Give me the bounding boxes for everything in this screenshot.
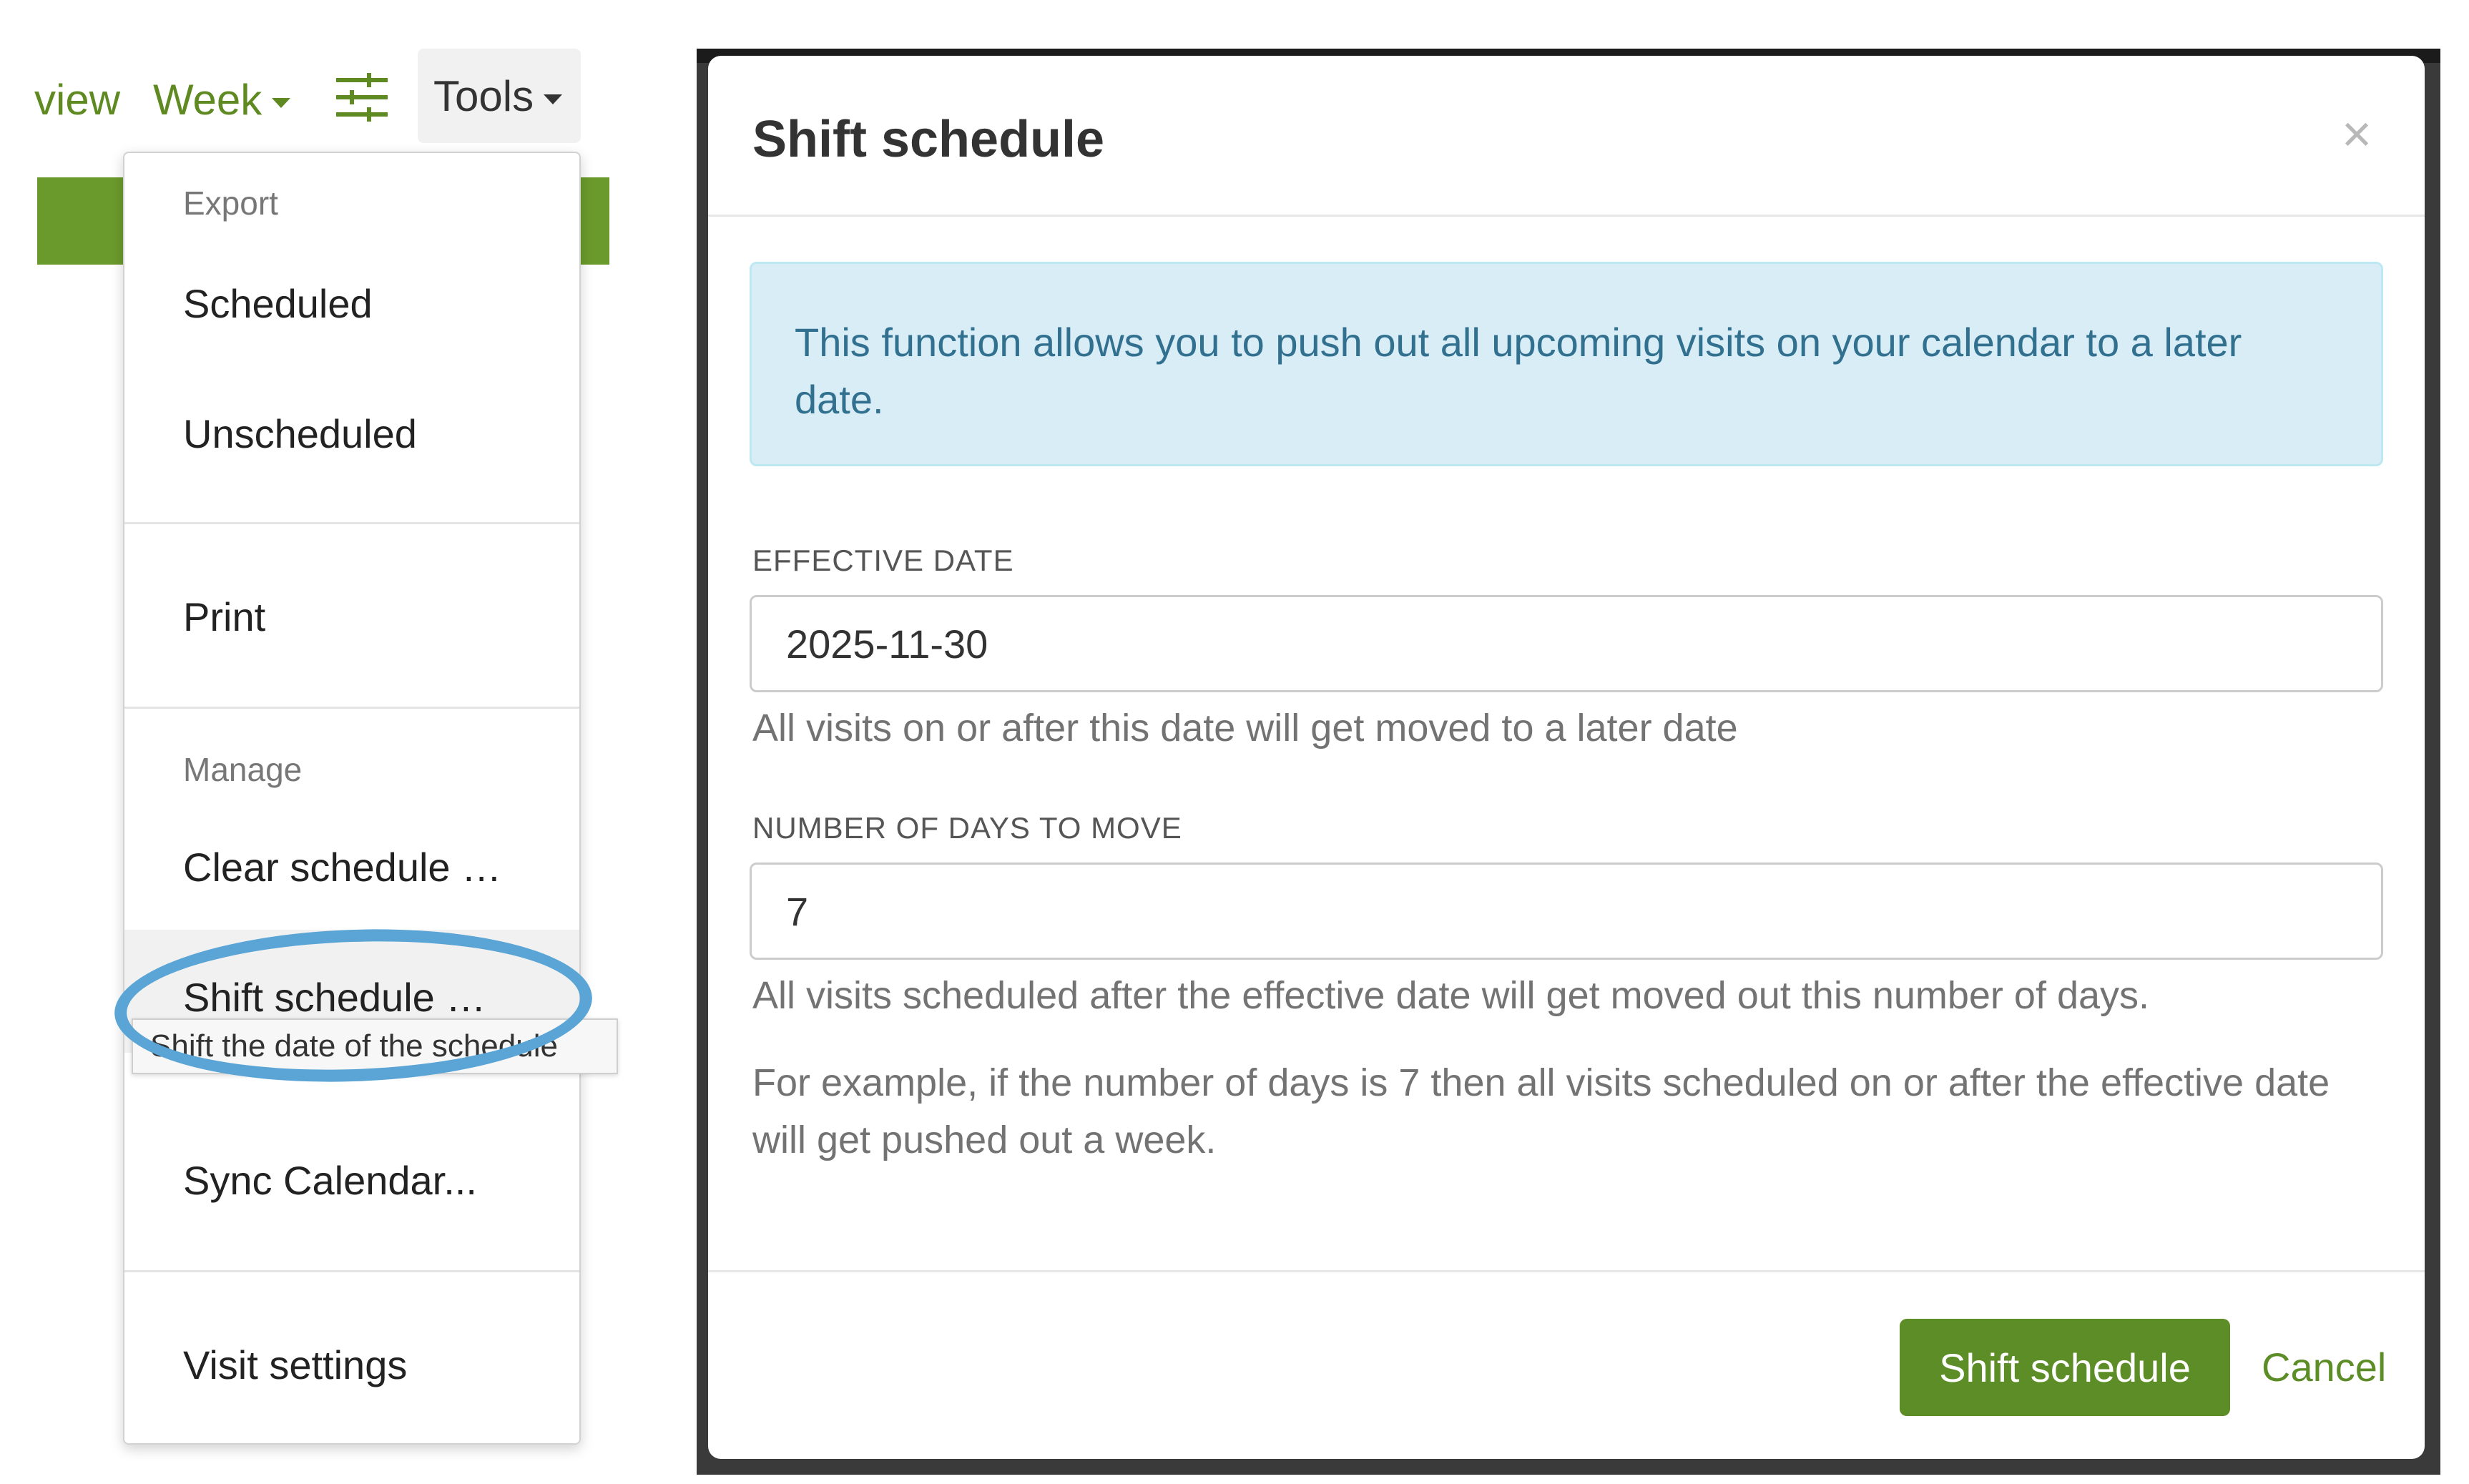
- view-link[interactable]: view: [34, 72, 120, 129]
- shift-schedule-tooltip: Shift the date of the schedule: [132, 1018, 618, 1074]
- effective-date-help: All visits on or after this date will ge…: [752, 707, 1738, 750]
- menu-item-unscheduled[interactable]: Unscheduled: [183, 409, 417, 459]
- calendar-header-bar: [578, 177, 609, 265]
- week-label: Week: [153, 76, 262, 124]
- info-alert-text: This function allows you to push out all…: [795, 320, 2242, 422]
- menu-item-scheduled[interactable]: Scheduled: [183, 279, 373, 329]
- dialog-header-divider: [708, 215, 2425, 217]
- days-to-move-input[interactable]: [750, 863, 2383, 960]
- menu-divider: [124, 522, 579, 524]
- calendar-header-bar: [37, 177, 127, 265]
- menu-header-export: Export: [183, 185, 278, 222]
- menu-divider: [124, 1270, 579, 1272]
- tools-menu: Export Scheduled Unscheduled Print Manag…: [123, 152, 581, 1445]
- menu-item-print[interactable]: Print: [183, 592, 265, 642]
- tools-label: Tools: [433, 72, 534, 120]
- effective-date-input[interactable]: [750, 595, 2383, 692]
- menu-divider: [124, 707, 579, 709]
- menu-item-clear-schedule[interactable]: Clear schedule …: [183, 842, 501, 893]
- week-dropdown[interactable]: Week: [153, 72, 291, 129]
- chevron-down-icon: [272, 98, 291, 109]
- dialog-title: Shift schedule: [752, 111, 1105, 168]
- sliders-icon[interactable]: [335, 72, 389, 123]
- menu-item-sync-calendar[interactable]: Sync Calendar...: [183, 1156, 477, 1206]
- menu-item-shift-schedule[interactable]: Shift schedule …: [183, 973, 486, 1023]
- close-icon[interactable]: ×: [2342, 106, 2372, 163]
- dialog-footer-divider: [708, 1270, 2425, 1272]
- tools-dropdown-button[interactable]: Tools: [418, 49, 581, 143]
- shift-schedule-button[interactable]: Shift schedule: [1900, 1319, 2230, 1416]
- menu-header-manage: Manage: [183, 751, 303, 788]
- cancel-link[interactable]: Cancel: [2262, 1342, 2386, 1393]
- example-help: For example, if the number of days is 7 …: [752, 1061, 2330, 1161]
- shift-schedule-dialog: Shift schedule × This function allows yo…: [708, 56, 2425, 1459]
- days-to-move-label: NUMBER OF DAYS TO MOVE: [752, 811, 1182, 845]
- days-to-move-help: All visits scheduled after the effective…: [752, 974, 2150, 1017]
- effective-date-label: EFFECTIVE DATE: [752, 544, 1014, 577]
- menu-item-visit-settings[interactable]: Visit settings: [183, 1340, 407, 1390]
- chevron-down-icon: [544, 94, 563, 105]
- info-alert: This function allows you to push out all…: [750, 262, 2383, 466]
